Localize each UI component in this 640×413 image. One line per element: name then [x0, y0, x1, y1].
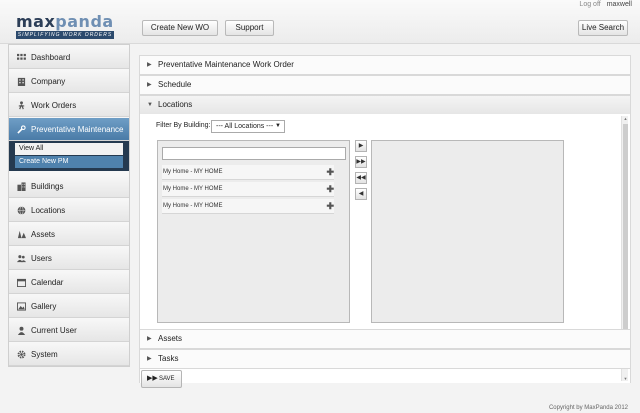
chevron-down-icon: ▼ [275, 123, 281, 129]
fast-forward-icon: ▶▶ [147, 375, 158, 382]
chevron-right-icon: ▶ [147, 82, 152, 88]
scroll-up-icon[interactable]: ▲ [622, 116, 629, 121]
location-name: My Home - MY HOME [163, 186, 223, 192]
move-all-right-button[interactable]: ▶▶ [355, 156, 367, 168]
submenu-create-new-pm[interactable]: Create New PM [15, 156, 123, 168]
filter-building-label: Filter By Building: [156, 122, 211, 129]
location-name: My Home - MY HOME [163, 203, 223, 209]
wrench-icon [17, 125, 26, 134]
account-links: Log off maxwell [579, 1, 632, 8]
logo-tagline: SIMPLIFYING WORK ORDERS [16, 31, 114, 39]
sidebar-item-locations[interactable]: Locations [9, 199, 129, 222]
sidebar-item-company[interactable]: Company [9, 70, 129, 93]
chevron-down-icon: ▼ [147, 102, 153, 108]
section-title: Preventative Maintenance Work Order [158, 60, 294, 69]
add-icon[interactable]: ✚ [326, 182, 334, 197]
sidebar-item-label: Gallery [31, 302, 57, 311]
sidebar-item-system[interactable]: System [9, 343, 129, 366]
filter-building-select[interactable]: --- All Locations --- ▼ [211, 120, 285, 133]
worker-icon [18, 101, 25, 110]
sidebar-item-preventative-maintenance[interactable]: Preventative Maintenance [9, 118, 129, 141]
move-one-right-button[interactable]: ▶ [355, 140, 367, 152]
logo-wordmark: maxpanda [16, 12, 114, 31]
sidebar-item-label: Buildings [31, 182, 64, 191]
sidebar-item-work-orders[interactable]: Work Orders [9, 94, 129, 117]
save-label: SAVE [159, 376, 175, 382]
filter-selected-value: --- All Locations --- [216, 123, 274, 130]
sidebar-item-label: System [31, 350, 58, 359]
chevron-right-icon: ▶ [147, 356, 152, 362]
sidebar-item-label: Assets [31, 230, 56, 239]
logoff-link[interactable]: Log off [579, 1, 600, 8]
sidebar-item-buildings[interactable]: Buildings [9, 175, 129, 198]
sidebar-item-assets[interactable]: Assets [9, 223, 129, 246]
user-icon [17, 326, 26, 335]
gear-icon [17, 350, 26, 359]
double-chevron-right-icon: ▶▶ [356, 159, 366, 165]
sidebar-item-calendar[interactable]: Calendar [9, 271, 129, 294]
scrollbar-thumb[interactable] [623, 124, 628, 337]
grid-icon [17, 53, 26, 60]
username-label[interactable]: maxwell [607, 1, 632, 8]
sidebar-nav: Dashboard Company Work Orders Preventati… [8, 44, 130, 367]
create-new-wo-button[interactable]: Create New WO [142, 20, 218, 36]
section-title: Assets [158, 334, 183, 343]
double-chevron-left-icon: ◀◀ [356, 175, 366, 181]
app-header: maxpanda SIMPLIFYING WORK ORDERS Create … [0, 0, 640, 44]
sidebar-item-gallery[interactable]: Gallery [9, 295, 129, 318]
building-icon [17, 77, 26, 86]
live-search-button[interactable]: Live Search [578, 20, 628, 36]
location-name: My Home - MY HOME [163, 169, 223, 175]
sidebar-item-dashboard[interactable]: Dashboard [9, 46, 129, 69]
calendar-icon [17, 278, 26, 287]
section-tasks[interactable]: ▶ Tasks [139, 349, 631, 369]
building-icon [17, 182, 26, 191]
list-item[interactable]: My Home - MY HOME ✚ [162, 199, 334, 214]
users-icon [17, 255, 26, 263]
maxpanda-logo[interactable]: maxpanda SIMPLIFYING WORK ORDERS [16, 14, 114, 39]
sidebar-item-label: Current User [31, 326, 77, 335]
pm-submenu: View All Create New PM [9, 141, 129, 171]
section-pm-work-order[interactable]: ▶ Preventative Maintenance Work Order [139, 55, 631, 75]
section-assets[interactable]: ▶ Assets [139, 329, 631, 349]
section-locations[interactable]: ▼ Locations [139, 95, 631, 115]
scroll-down-icon[interactable]: ▼ [622, 376, 629, 381]
sidebar-item-label: Locations [31, 206, 66, 215]
support-button[interactable]: Support [225, 20, 274, 36]
sidebar-item-label: Company [31, 77, 66, 86]
list-item[interactable]: My Home - MY HOME ✚ [162, 182, 334, 197]
section-title: Schedule [158, 80, 192, 89]
chevron-right-icon: ▶ [147, 336, 152, 342]
globe-icon [17, 206, 26, 215]
chevron-left-icon: ◀ [358, 191, 364, 197]
add-icon[interactable]: ✚ [326, 199, 334, 214]
save-button[interactable]: ▶▶ SAVE [141, 370, 182, 388]
footer-copyright: Copyright by MaxPanda 2012 [548, 405, 628, 411]
sidebar-item-label: Preventative Maintenance [31, 125, 124, 134]
selected-locations-list[interactable] [371, 140, 564, 323]
sidebar-item-label: Work Orders [31, 101, 77, 110]
sidebar-item-current-user[interactable]: Current User [9, 319, 129, 342]
add-icon[interactable]: ✚ [326, 165, 334, 180]
move-one-left-button[interactable]: ◀ [355, 188, 367, 200]
main-panel: ▶ Preventative Maintenance Work Order ▶ … [139, 55, 631, 393]
section-title: Tasks [158, 354, 179, 363]
image-icon [17, 302, 26, 311]
sidebar-item-label: Calendar [31, 278, 64, 287]
submenu-view-all[interactable]: View All [15, 143, 123, 155]
section-schedule[interactable]: ▶ Schedule [139, 75, 631, 95]
section-title: Locations [158, 100, 193, 109]
sidebar-item-users[interactable]: Users [9, 247, 129, 270]
chevron-right-icon: ▶ [147, 62, 152, 68]
chevron-right-icon: ▶ [358, 143, 364, 149]
list-item[interactable]: My Home - MY HOME ✚ [162, 165, 334, 180]
sidebar-item-label: Dashboard [31, 53, 71, 62]
sidebar-item-label: Users [31, 254, 52, 263]
assets-icon [17, 230, 26, 239]
location-search-input[interactable] [162, 147, 346, 160]
move-all-left-button[interactable]: ◀◀ [355, 172, 367, 184]
available-locations-list[interactable]: My Home - MY HOME ✚ My Home - MY HOME ✚ … [157, 140, 350, 323]
